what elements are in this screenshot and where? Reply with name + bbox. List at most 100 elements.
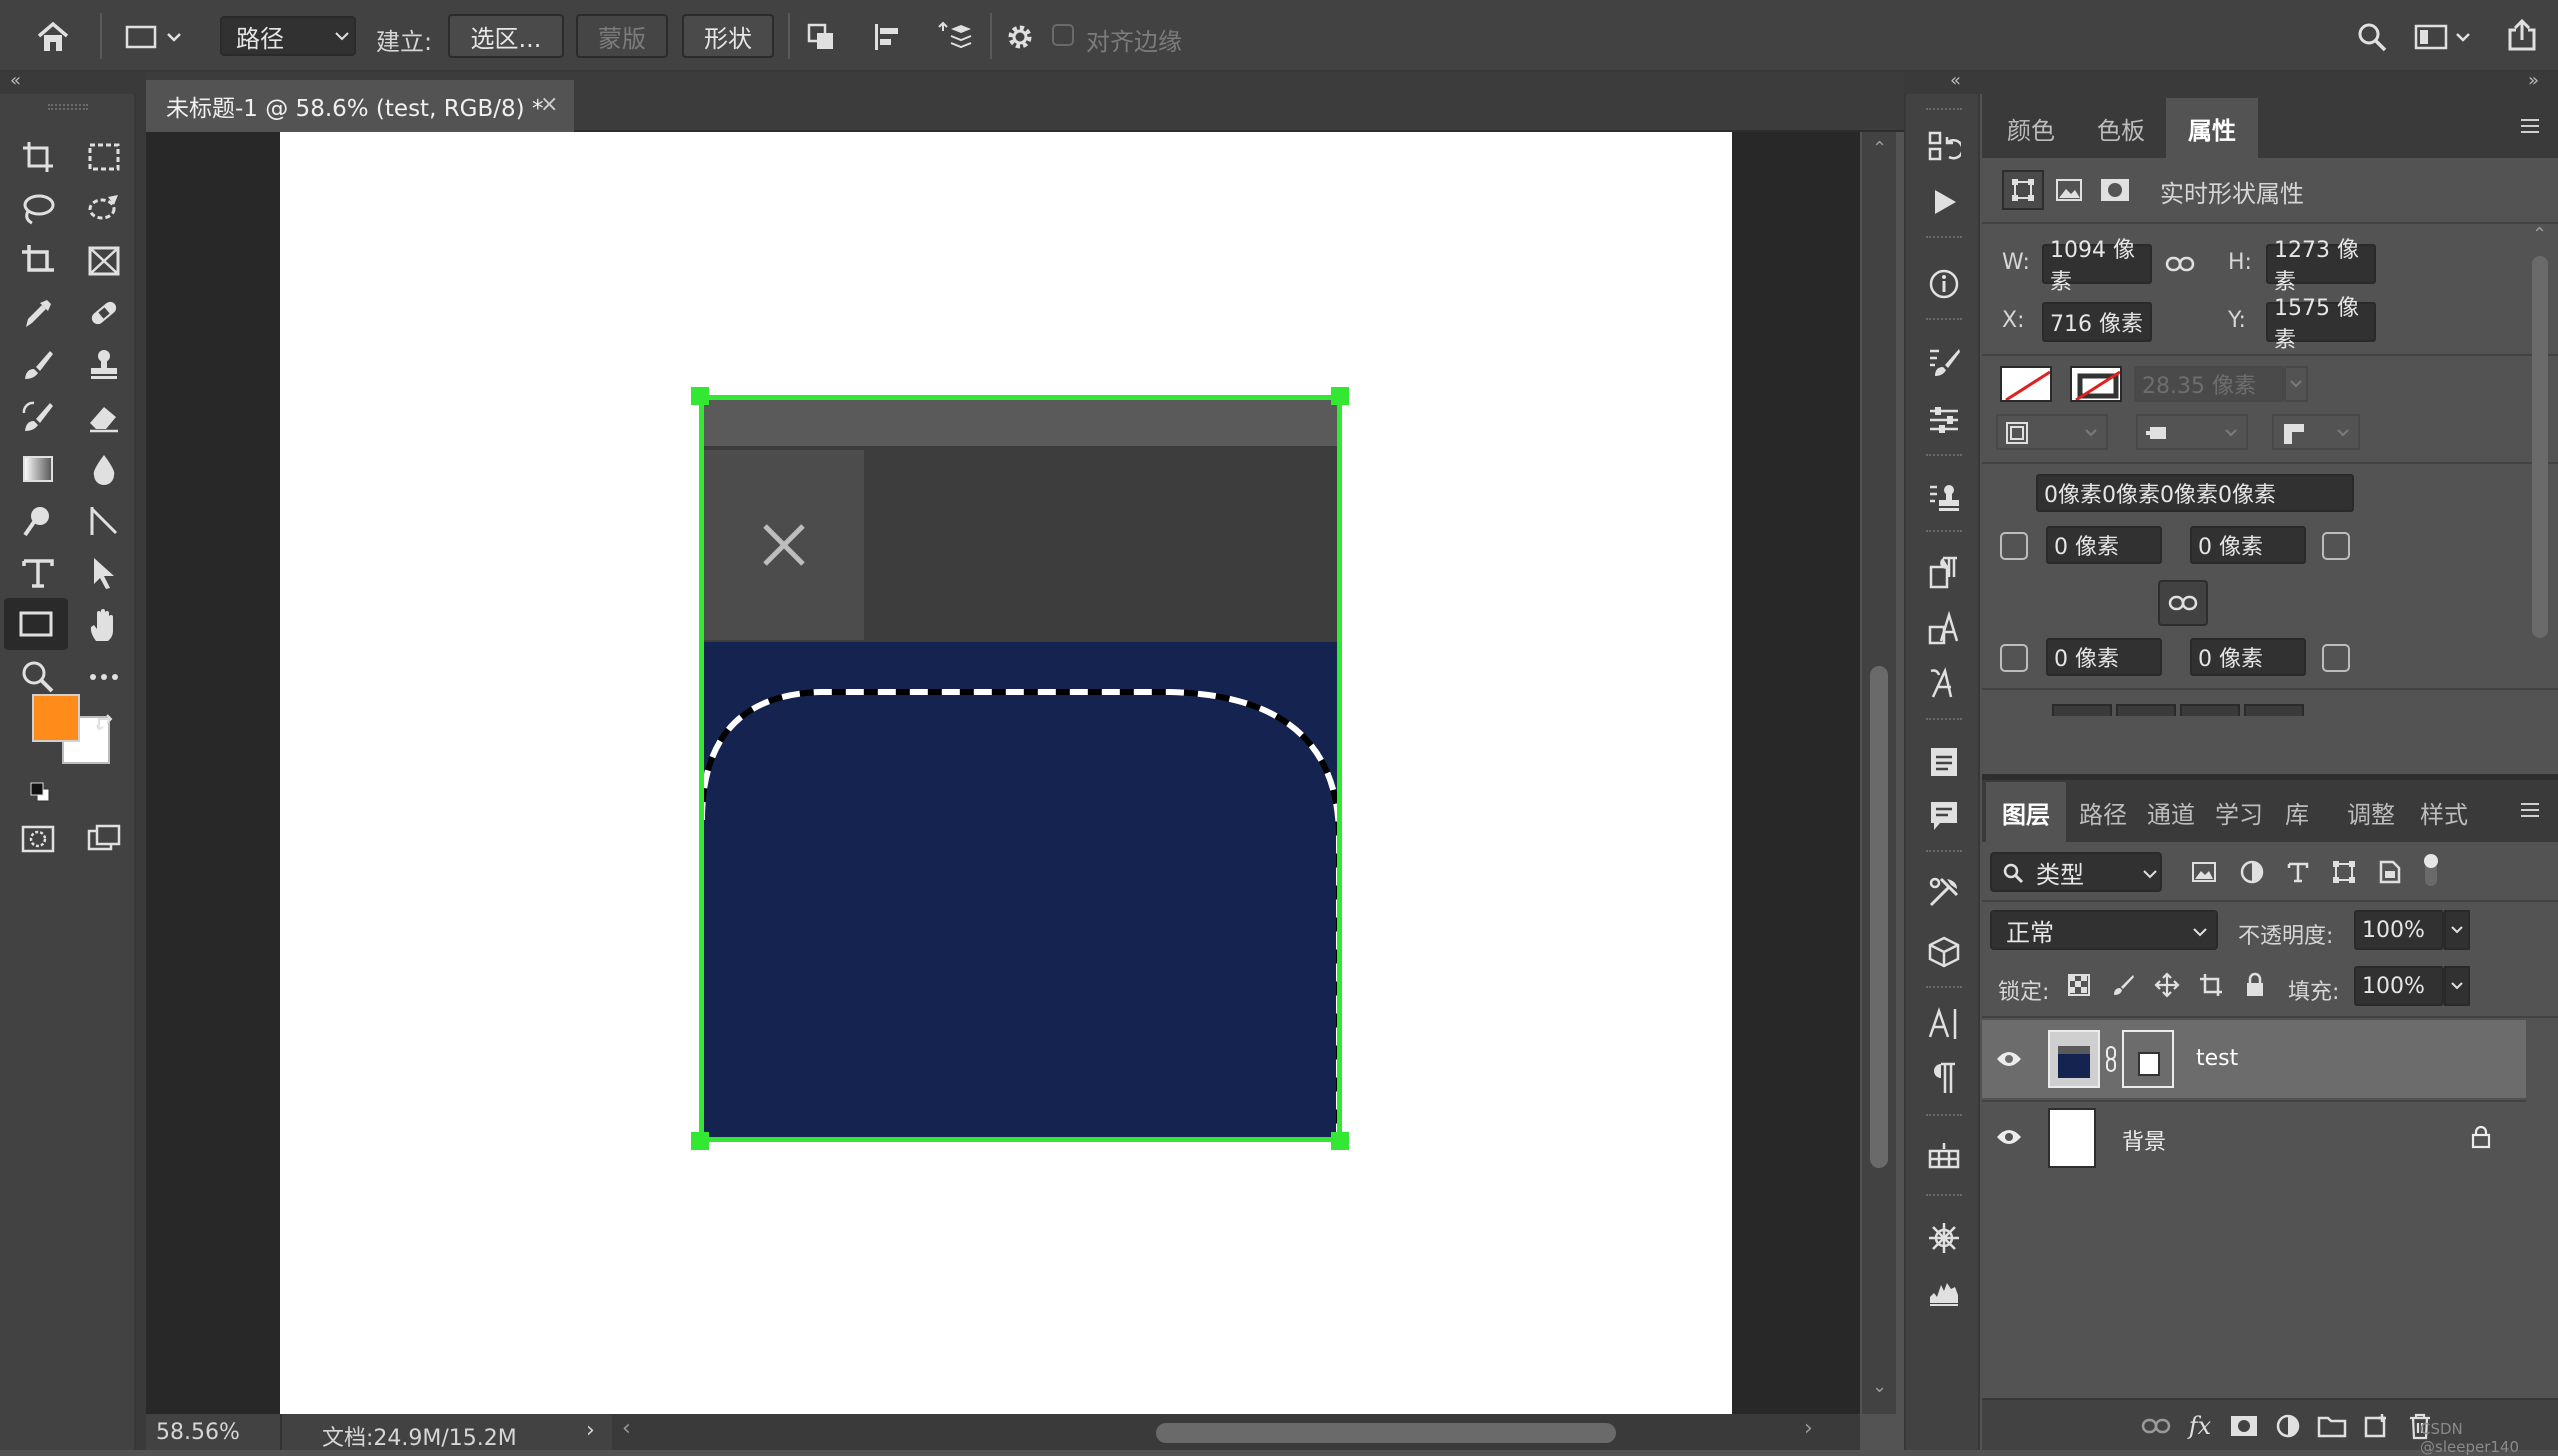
scroll-left-icon[interactable]: ‹ xyxy=(622,1416,631,1441)
height-input[interactable]: 1273 像素 xyxy=(2266,238,2376,295)
corner-radius-all-input[interactable]: 0像素0像素0像素0像素 xyxy=(2036,474,2354,512)
transform-properties-icon[interactable] xyxy=(2002,170,2044,210)
rectangle-tool-icon[interactable] xyxy=(4,598,68,650)
artboard-tool-icon[interactable] xyxy=(8,132,68,182)
handle-top-left[interactable] xyxy=(691,387,709,405)
fill-input[interactable]: 100% xyxy=(2354,966,2444,1006)
paragraph-icon[interactable] xyxy=(1906,1050,1982,1106)
type-tool-icon[interactable] xyxy=(8,548,68,598)
swap-colors-icon[interactable] xyxy=(94,712,118,736)
new-group-folder-icon[interactable] xyxy=(2314,1408,2350,1444)
search-icon[interactable] xyxy=(2350,16,2394,58)
scroll-up-icon[interactable]: ⌃ xyxy=(1872,138,1887,159)
lasso-icon[interactable] xyxy=(8,184,68,234)
new-layer-icon[interactable] xyxy=(2358,1408,2394,1444)
fill-dropdown[interactable] xyxy=(2444,966,2470,1006)
paragraph-styles-icon[interactable] xyxy=(1906,544,1982,600)
panel-menu-icon[interactable] xyxy=(2516,798,2544,822)
frame-tool-icon[interactable] xyxy=(74,236,134,286)
workspace-switcher[interactable] xyxy=(2410,16,2476,58)
vertical-scrollbar[interactable]: ⌃ ⌄ xyxy=(1862,132,1896,1414)
actions-play-icon[interactable] xyxy=(1906,174,1982,230)
lock-image-pixels-icon[interactable] xyxy=(2108,970,2138,1000)
path-selection-icon[interactable] xyxy=(74,548,134,598)
corner-top-right-input[interactable]: 0 像素 xyxy=(2190,526,2306,564)
chain-link-icon[interactable] xyxy=(2104,1044,2118,1074)
layer-row-test[interactable]: test xyxy=(1982,1020,2526,1098)
eraser-icon[interactable] xyxy=(74,392,134,442)
mode-dropdown[interactable]: 路径 xyxy=(220,16,356,56)
add-mask-icon[interactable] xyxy=(2226,1408,2262,1444)
gear-icon[interactable] xyxy=(1000,16,1040,58)
healing-brush-icon[interactable] xyxy=(74,288,134,338)
glyphs-icon[interactable] xyxy=(1906,656,1982,712)
tab-channels[interactable]: 通道 xyxy=(2136,782,2206,842)
mask-properties-icon[interactable] xyxy=(2094,170,2136,210)
scroll-right-icon[interactable]: › xyxy=(1804,1416,1813,1441)
hand-icon[interactable] xyxy=(74,600,134,650)
new-adjustment-layer-icon[interactable] xyxy=(2270,1408,2306,1444)
stroke-width-dropdown[interactable] xyxy=(2284,366,2308,402)
make-shape-button[interactable]: 形状 xyxy=(682,14,774,58)
blur-icon[interactable] xyxy=(74,444,134,494)
scroll-down-icon[interactable]: ⌄ xyxy=(1872,1376,1887,1397)
character-styles-icon[interactable] xyxy=(1906,600,1982,656)
collapse-left-icon[interactable]: « xyxy=(1950,70,1961,91)
path-arrangement-icon[interactable] xyxy=(932,16,978,58)
path-alignment-icon[interactable] xyxy=(866,16,908,58)
filter-toggle[interactable] xyxy=(2422,854,2440,890)
quick-mask-icon[interactable] xyxy=(8,814,68,864)
corner-bottom-right-input[interactable]: 0 像素 xyxy=(2190,638,2306,676)
filter-pixel-icon[interactable] xyxy=(2188,856,2220,888)
stroke-width-input[interactable]: 28.35 像素 xyxy=(2134,366,2284,402)
link-layers-icon[interactable] xyxy=(2138,1408,2174,1444)
filter-smart-object-icon[interactable] xyxy=(2374,856,2406,888)
width-input[interactable]: 1094 像素 xyxy=(2042,238,2152,295)
properties-scroll-thumb[interactable] xyxy=(2532,256,2548,638)
home-icon[interactable] xyxy=(22,14,84,60)
timeline-icon[interactable] xyxy=(1906,1130,1982,1186)
filter-type-icon[interactable] xyxy=(2282,856,2314,888)
iconcol-collapse-strip[interactable]: « xyxy=(1904,70,1980,94)
info-icon[interactable] xyxy=(1906,256,1982,312)
fill-swatch[interactable] xyxy=(2000,366,2052,402)
tab-libraries[interactable]: 库 xyxy=(2272,782,2322,842)
handle-bottom-right[interactable] xyxy=(1331,1132,1349,1150)
tool-preset-picker[interactable] xyxy=(118,16,190,58)
tools-collapse-strip[interactable]: « xyxy=(0,70,136,94)
properties-scrollbar[interactable]: ⌃ ⌄ xyxy=(2526,224,2554,806)
collapse-right-icon[interactable]: » xyxy=(2528,70,2539,91)
image-properties-icon[interactable] xyxy=(2048,170,2090,210)
eye-icon[interactable] xyxy=(1992,1120,2026,1154)
make-mask-button[interactable]: 蒙版 xyxy=(576,14,668,58)
status-menu-arrow[interactable]: › xyxy=(586,1418,595,1443)
screen-mode-icon[interactable] xyxy=(74,814,134,864)
panels-collapse-strip[interactable]: » xyxy=(1980,70,2558,94)
vertical-scroll-thumb[interactable] xyxy=(1870,666,1888,1168)
tab-paths[interactable]: 路径 xyxy=(2070,782,2136,842)
stroke-swatch[interactable] xyxy=(2070,366,2122,402)
horizontal-scrollbar[interactable]: ‹ › xyxy=(612,1414,1860,1450)
panel-menu-icon[interactable] xyxy=(2516,114,2544,138)
eyedropper-icon[interactable] xyxy=(8,288,68,338)
opacity-input[interactable]: 100% xyxy=(2354,910,2444,950)
foreground-color-swatch[interactable] xyxy=(32,694,80,742)
lock-transparent-pixels-icon[interactable] xyxy=(2064,970,2094,1000)
tab-swatches[interactable]: 色板 xyxy=(2076,98,2166,158)
x-position-input[interactable]: 716 像素 xyxy=(2042,302,2152,342)
tab-color[interactable]: 颜色 xyxy=(1986,98,2076,158)
adjustments-sliders-icon[interactable] xyxy=(1906,392,1982,448)
scroll-up-icon[interactable]: ⌃ xyxy=(2532,224,2547,245)
tab-layers[interactable]: 图层 xyxy=(1986,782,2066,842)
navigator-icon[interactable] xyxy=(1906,1210,1982,1266)
rectangular-marquee-icon[interactable] xyxy=(74,132,134,182)
default-colors-icon[interactable] xyxy=(28,780,52,804)
tool-presets-icon[interactable] xyxy=(1906,864,1982,920)
gradient-icon[interactable] xyxy=(8,444,68,494)
notes-icon[interactable] xyxy=(1906,734,1982,790)
clone-stamp-icon[interactable] xyxy=(74,340,134,390)
dodge-icon[interactable] xyxy=(8,496,68,546)
corner-bottom-left-input[interactable]: 0 像素 xyxy=(2046,638,2162,676)
zoom-level[interactable]: 58.56% xyxy=(156,1420,240,1445)
history-brush-icon[interactable] xyxy=(8,392,68,442)
